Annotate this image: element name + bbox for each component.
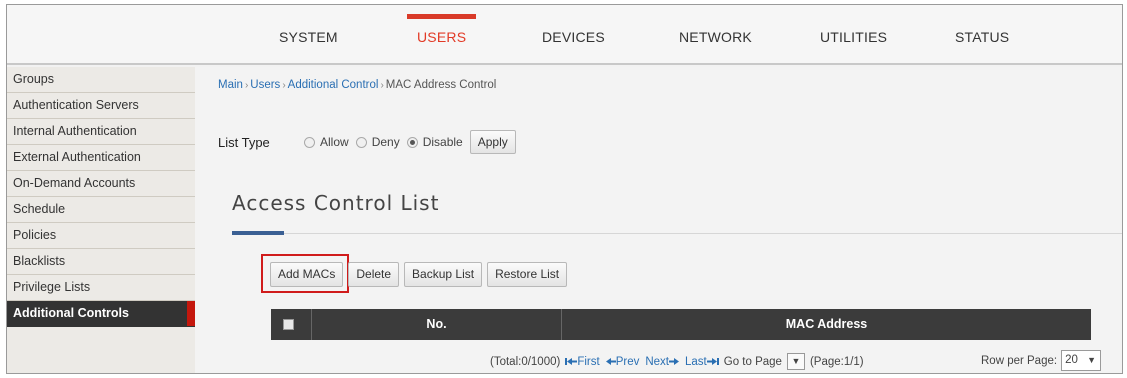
radio-allow-indicator[interactable]	[304, 136, 315, 148]
sidebar-item-policies[interactable]: Policies	[7, 223, 195, 249]
last-page-icon	[706, 357, 719, 365]
breadcrumb-additional-control[interactable]: Additional Control	[288, 79, 379, 91]
action-toolbar: Add MACs Delete Backup List Restore List	[270, 262, 572, 287]
sidebar-item-internal-authentication[interactable]: Internal Authentication	[7, 119, 195, 145]
tab-users[interactable]: USERS	[406, 14, 477, 45]
first-page-label: First	[577, 355, 600, 368]
section-divider	[232, 233, 1122, 234]
tab-network[interactable]: NETWORK	[679, 29, 752, 45]
breadcrumb-separator: ›	[244, 80, 249, 91]
table-header: No. MAC Address	[271, 309, 1091, 340]
add-macs-button[interactable]: Add MACs	[270, 262, 344, 287]
select-all-checkbox[interactable]	[283, 319, 294, 330]
first-page-icon	[565, 357, 578, 365]
tab-devices[interactable]: DEVICES	[542, 29, 605, 45]
next-page-link[interactable]: Next	[645, 356, 679, 368]
breadcrumb-main[interactable]: Main	[218, 79, 243, 91]
page-info: (Page:1/1)	[809, 355, 864, 368]
sidebar-item-external-authentication[interactable]: External Authentication	[7, 145, 195, 171]
app-window: SYSTEM USERS DEVICES NETWORK UTILITIES S…	[6, 4, 1123, 374]
delete-button[interactable]: Delete	[348, 262, 400, 287]
radio-disable-indicator[interactable]	[406, 136, 418, 148]
backup-list-button[interactable]: Backup List	[404, 262, 483, 287]
radio-disable[interactable]: Disable	[406, 135, 463, 149]
last-page-link[interactable]: Last	[685, 356, 719, 368]
top-nav: SYSTEM USERS DEVICES NETWORK UTILITIES S…	[7, 5, 1122, 65]
section-accent-bar	[232, 231, 284, 235]
prev-page-icon	[605, 357, 616, 365]
column-header-no[interactable]: No.	[311, 309, 561, 340]
next-page-icon	[669, 357, 679, 365]
section-title: Access Control List	[232, 191, 440, 215]
tab-status[interactable]: STATUS	[955, 29, 1009, 45]
prev-page-link[interactable]: Prev	[605, 355, 640, 368]
rows-per-page-label: Row per Page:	[981, 354, 1058, 367]
next-page-label: Next	[645, 355, 669, 368]
rows-per-page: Row per Page: 20 ▼	[981, 350, 1102, 371]
goto-page-dropdown[interactable]: ▼	[786, 353, 805, 370]
radio-allow-label: Allow	[320, 135, 349, 149]
tab-utilities[interactable]: UTILITIES	[820, 29, 887, 45]
last-page-label: Last	[685, 355, 707, 368]
pagination: (Total:0/1000) First Prev Next Last Go t…	[490, 353, 864, 370]
dropdown-arrow-icon: ▼	[791, 356, 801, 366]
main-content: Main › Users › Additional Control › MAC Addres…	[195, 67, 1122, 373]
breadcrumb-users[interactable]: Users	[250, 79, 280, 91]
first-page-link[interactable]: First	[565, 355, 600, 368]
radio-deny[interactable]: Deny	[355, 135, 400, 149]
sidebar-item-authentication-servers[interactable]: Authentication Servers	[7, 93, 195, 119]
column-header-mac-address[interactable]: MAC Address	[561, 309, 1091, 340]
dropdown-arrow-icon: ▼	[1087, 355, 1097, 365]
sidebar: Groups Authentication Servers Internal A…	[7, 67, 195, 373]
apply-button[interactable]: Apply	[469, 130, 516, 154]
rows-per-page-value: 20	[1065, 354, 1078, 366]
sidebar-item-schedule[interactable]: Schedule	[7, 197, 195, 223]
sidebar-item-groups[interactable]: Groups	[7, 67, 195, 93]
breadcrumb-current: MAC Address Control	[385, 79, 497, 91]
radio-allow[interactable]: Allow	[304, 135, 349, 149]
restore-list-button[interactable]: Restore List	[487, 262, 568, 287]
sidebar-item-privilege-lists[interactable]: Privilege Lists	[7, 275, 195, 301]
radio-disable-label: Disable	[422, 135, 463, 149]
goto-page-label: Go to Page	[723, 355, 782, 368]
radio-deny-label: Deny	[371, 135, 400, 149]
rows-per-page-select[interactable]: 20 ▼	[1061, 350, 1102, 371]
tab-system[interactable]: SYSTEM	[279, 29, 338, 45]
total-count: (Total:0/1000)	[490, 355, 561, 368]
breadcrumb: Main › Users › Additional Control › MAC Addres…	[218, 79, 496, 91]
list-type-label: List Type	[218, 134, 270, 150]
sidebar-item-on-demand-accounts[interactable]: On-Demand Accounts	[7, 171, 195, 197]
radio-deny-indicator[interactable]	[355, 136, 367, 148]
sidebar-item-blacklists[interactable]: Blacklists	[7, 249, 195, 275]
breadcrumb-separator: ›	[282, 80, 286, 91]
prev-page-label: Prev	[615, 355, 640, 368]
list-type-row: List Type Allow Deny Disable Apply	[218, 129, 516, 155]
sidebar-item-additional-controls[interactable]: Additional Controls	[7, 301, 195, 327]
breadcrumb-separator: ›	[380, 80, 384, 91]
